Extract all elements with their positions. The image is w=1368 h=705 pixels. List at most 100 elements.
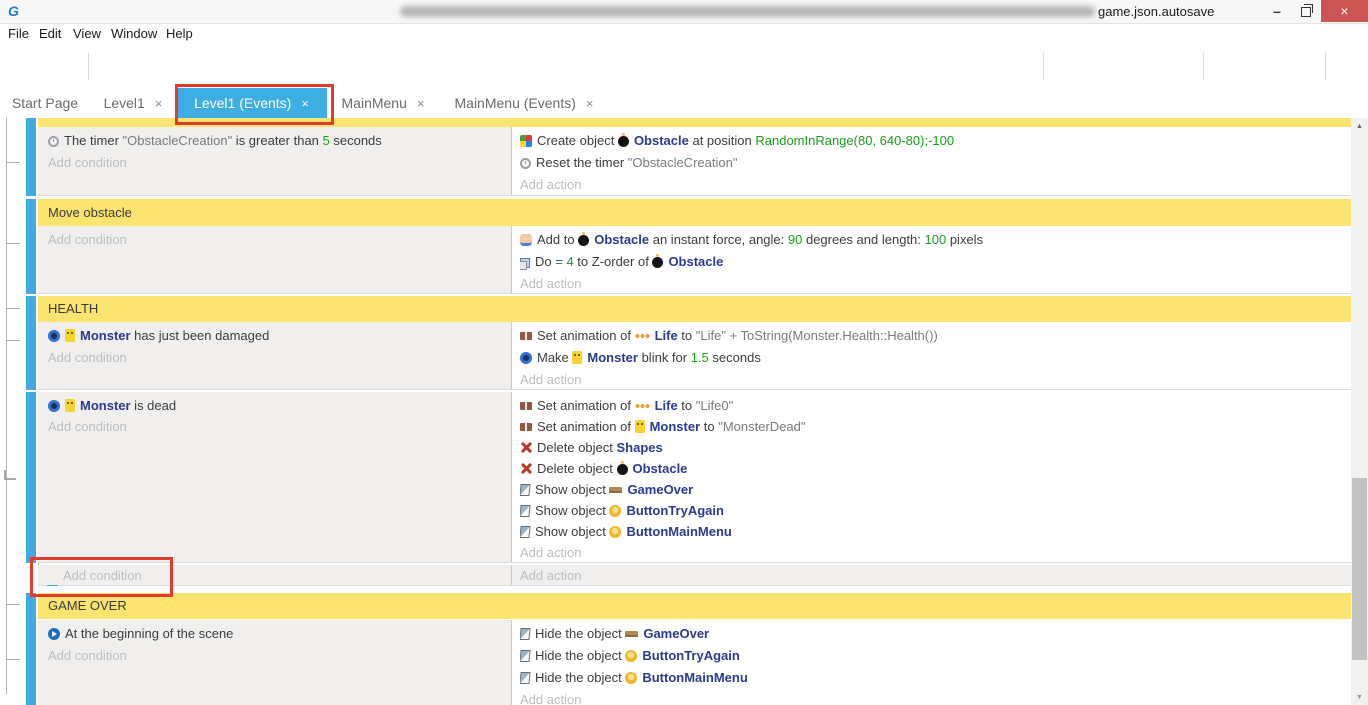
event-bar[interactable] xyxy=(26,118,36,196)
vis-icon xyxy=(520,650,531,662)
restore-button[interactable] xyxy=(1292,0,1320,22)
add-action-button[interactable]: Add action xyxy=(520,565,1351,585)
redacted-title-path xyxy=(400,6,1095,17)
group-header-move-obstacle[interactable]: Move obstacle xyxy=(38,199,1351,226)
life-icon xyxy=(635,331,650,341)
tab-label: Level1 (Events) xyxy=(194,95,291,111)
gdevelop-logo: G xyxy=(8,3,19,19)
close-tab-icon[interactable]: × xyxy=(301,96,309,111)
group-header-partial[interactable] xyxy=(38,118,1351,127)
delete-icon xyxy=(520,441,532,454)
life-icon xyxy=(635,401,650,411)
menu-file[interactable]: File xyxy=(8,24,29,44)
event-action[interactable]: Set animation of Life to "Life0" xyxy=(520,395,1351,416)
bomb-icon xyxy=(618,136,629,147)
playscene-icon xyxy=(48,628,60,640)
event-condition[interactable]: At the beginning of the scene xyxy=(48,623,511,645)
menu-window[interactable]: Window xyxy=(111,24,157,44)
add-action-button[interactable]: Add action xyxy=(520,542,1351,562)
hand-icon xyxy=(520,234,532,246)
menu-edit[interactable]: Edit xyxy=(39,24,61,44)
anim-icon xyxy=(520,423,532,431)
vis-icon xyxy=(520,628,531,640)
window-title: game.json.autosave xyxy=(1098,4,1214,19)
event-action[interactable]: Set animation of Monster to "MonsterDead… xyxy=(520,416,1351,437)
add-action-button[interactable]: Add action xyxy=(520,689,1351,705)
event-bar[interactable] xyxy=(26,392,36,563)
vis-icon xyxy=(520,526,531,538)
close-tab-icon[interactable]: × xyxy=(417,96,425,111)
event-condition[interactable]: The timer "ObstacleCreation" is greater … xyxy=(48,130,511,152)
tree-branch xyxy=(6,308,20,309)
event-action[interactable]: Show object ButtonMainMenu xyxy=(520,521,1351,542)
menu-help[interactable]: Help xyxy=(166,24,193,44)
tree-line xyxy=(6,118,7,694)
event-row: Monster has just been damaged Add condit… xyxy=(38,322,1351,390)
add-condition-button[interactable]: Add condition xyxy=(48,152,511,174)
event-bar[interactable] xyxy=(26,296,36,390)
event-action[interactable]: Add to Obstacle an instant force, angle:… xyxy=(520,229,1351,251)
monster-icon xyxy=(635,420,645,433)
group-header-health[interactable]: HEALTH xyxy=(38,296,1351,322)
event-action[interactable]: Reset the timer "ObstacleCreation" xyxy=(520,152,1351,174)
delete-icon xyxy=(520,462,532,475)
event-condition[interactable]: Monster has just been damaged xyxy=(48,325,511,347)
tree-branch xyxy=(6,604,20,605)
gdevelop-window: G game.json.autosave – × File Edit View … xyxy=(0,0,1368,705)
add-action-button[interactable]: Add action xyxy=(520,174,1351,195)
event-action[interactable]: Hide the object ButtonTryAgain xyxy=(520,645,1351,667)
gameover-icon xyxy=(609,487,622,493)
event-action[interactable]: Hide the object ButtonMainMenu xyxy=(520,667,1351,689)
tree-branch xyxy=(6,162,20,163)
anim-icon xyxy=(520,402,532,410)
anim-icon xyxy=(520,332,532,340)
actions-cell: Add action xyxy=(512,565,1351,585)
event-action[interactable]: Delete object Shapes xyxy=(520,437,1351,458)
monster-icon xyxy=(572,351,582,364)
add-condition-button[interactable]: Add condition xyxy=(48,347,511,369)
scroll-down-icon[interactable]: ▼ xyxy=(1351,689,1368,705)
event-action[interactable]: Delete object Obstacle xyxy=(520,458,1351,479)
tab-start-page[interactable]: Start Page xyxy=(0,88,90,118)
event-bar[interactable] xyxy=(26,593,36,705)
vis-icon xyxy=(520,672,531,684)
actions-cell: Add to Obstacle an instant force, angle:… xyxy=(512,226,1351,293)
tab-level1-events[interactable]: Level1 (Events) × xyxy=(176,88,327,118)
toolbar-separator xyxy=(1325,52,1326,80)
close-button[interactable]: × xyxy=(1321,0,1368,22)
tab-mainmenu[interactable]: MainMenu × xyxy=(330,88,436,118)
event-action[interactable]: Hide the object GameOver xyxy=(520,623,1351,645)
tab-bar: Start Page Level1 × Level1 (Events) × Ma… xyxy=(0,88,1368,118)
event-condition[interactable]: Monster is dead xyxy=(48,395,511,416)
minimize-button[interactable]: – xyxy=(1262,0,1292,22)
event-action[interactable]: Make Monster blink for 1.5 seconds xyxy=(520,347,1351,369)
close-tab-icon[interactable]: × xyxy=(155,96,163,111)
event-action[interactable]: Do = 4 to Z-order of Obstacle xyxy=(520,251,1351,273)
conditions-cell: Monster has just been damaged Add condit… xyxy=(38,322,512,389)
drag-handle-icon[interactable] xyxy=(4,470,16,480)
event-action[interactable]: Show object ButtonTryAgain xyxy=(520,500,1351,521)
add-condition-button[interactable]: Add condition xyxy=(48,645,511,667)
conditions-cell: At the beginning of the scene Add condit… xyxy=(38,620,512,705)
add-action-button[interactable]: Add action xyxy=(520,369,1351,389)
event-action[interactable]: Set animation of Life to "Life" + ToStri… xyxy=(520,325,1351,347)
tab-label: MainMenu (Events) xyxy=(455,95,576,111)
add-condition-button[interactable]: Add condition xyxy=(48,416,511,437)
menu-view[interactable]: View xyxy=(73,24,101,44)
event-bar[interactable] xyxy=(26,199,36,294)
add-condition-button[interactable]: Add condition xyxy=(63,565,511,585)
event-action[interactable]: Show object GameOver xyxy=(520,479,1351,500)
add-condition-button[interactable]: Add condition xyxy=(48,229,511,251)
sub-event-row: Add condition Add action xyxy=(38,565,1351,586)
scroll-up-icon[interactable]: ▲ xyxy=(1351,118,1368,134)
tab-mainmenu-events[interactable]: MainMenu (Events) × xyxy=(440,88,608,118)
toolbar-separator xyxy=(1203,52,1204,80)
event-action[interactable]: Create object Obstacle at position Rando… xyxy=(520,130,1351,152)
add-action-button[interactable]: Add action xyxy=(520,273,1351,293)
scrollbar-thumb[interactable] xyxy=(1352,478,1367,660)
tab-level1[interactable]: Level1 × xyxy=(92,88,174,118)
gear-icon xyxy=(520,352,532,364)
conditions-cell: The timer "ObstacleCreation" is greater … xyxy=(38,127,512,195)
close-tab-icon[interactable]: × xyxy=(586,96,594,111)
group-header-game-over[interactable]: GAME OVER xyxy=(38,593,1351,619)
